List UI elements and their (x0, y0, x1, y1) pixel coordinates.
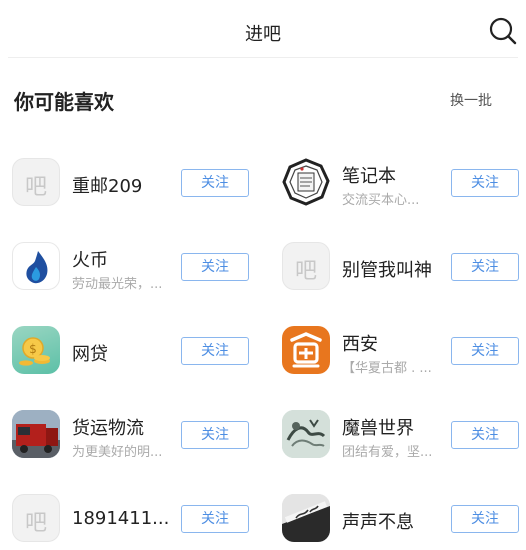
forum-card[interactable]: 吧 1891411... 关注 (0, 476, 263, 550)
forum-description: 【华夏古都 . ... (342, 361, 432, 376)
forum-avatar-placeholder: 吧 (12, 158, 60, 206)
svg-text:$: $ (29, 342, 37, 356)
forum-name: 网贷 (72, 344, 108, 365)
forum-name: 声声不息 (342, 512, 414, 533)
follow-button[interactable]: 关注 (451, 421, 519, 449)
forum-name: 别管我叫神 (342, 260, 432, 281)
recommend-row: 吧 重邮209 关注 笔记本 交流买本心... 关注 (0, 140, 526, 224)
follow-button[interactable]: 关注 (181, 505, 249, 533)
forum-name: 西安 (342, 334, 378, 355)
section-heading: 你可能喜欢 (14, 90, 114, 114)
forum-card[interactable]: $ 网贷 关注 (0, 308, 263, 392)
follow-button[interactable]: 关注 (451, 337, 519, 365)
top-bar: 进吧 (0, 0, 526, 58)
forum-avatar-placeholder: 吧 (12, 494, 60, 542)
forum-name: 货运物流 (72, 418, 144, 439)
forum-avatar-coin: $ (12, 326, 60, 374)
page-title: 进吧 (245, 24, 281, 45)
recommend-row: $ 网贷 关注 西安 【华夏古都 . ... 关注 (0, 308, 526, 392)
forum-card[interactable]: 笔记本 交流买本心... 关注 (270, 140, 526, 224)
forum-avatar-placeholder: 吧 (282, 242, 330, 290)
forum-avatar-huobi (12, 242, 60, 290)
forum-avatar-calligraphy (282, 494, 330, 542)
refresh-batch-button[interactable]: 换一批 (450, 90, 492, 110)
forum-card[interactable]: 吧 别管我叫神 关注 (270, 224, 526, 308)
forum-name: 笔记本 (342, 166, 396, 187)
forum-description: 交流买本心... (342, 193, 420, 208)
forum-card[interactable]: 西安 【华夏古都 . ... 关注 (270, 308, 526, 392)
follow-button[interactable]: 关注 (451, 505, 519, 533)
forum-avatar-xian (282, 326, 330, 374)
forum-card[interactable]: 魔兽世界 团结有爱，坚... 关注 (270, 392, 526, 476)
follow-button[interactable]: 关注 (451, 169, 519, 197)
forum-name: 火币 (72, 250, 108, 271)
follow-button[interactable]: 关注 (451, 253, 519, 281)
forum-name: 重邮209 (72, 176, 143, 197)
forum-avatar-truck (12, 410, 60, 458)
forum-card[interactable]: 声声不息 关注 (270, 476, 526, 550)
forum-name: 魔兽世界 (342, 418, 414, 439)
follow-button[interactable]: 关注 (181, 421, 249, 449)
recommend-row: 火币 劳动最光荣，... 关注 吧 别管我叫神 关注 (0, 224, 526, 308)
forum-avatar-wow (282, 410, 330, 458)
forum-description: 为更美好的明... (72, 445, 163, 460)
recommend-row: 货运物流 为更美好的明... 关注 魔兽世界 团结有爱，坚... 关注 (0, 392, 526, 476)
forum-description: 团结有爱，坚... (342, 445, 433, 460)
forum-avatar-notebook (282, 158, 330, 206)
follow-button[interactable]: 关注 (181, 169, 249, 197)
follow-button[interactable]: 关注 (181, 337, 249, 365)
section-header: 你可能喜欢 换一批 (0, 86, 526, 116)
recommend-row: 吧 1891411... 关注 声声不息 关注 (0, 476, 526, 550)
forum-card[interactable]: 货运物流 为更美好的明... 关注 (0, 392, 263, 476)
search-icon[interactable] (488, 16, 518, 46)
header-divider (8, 57, 518, 58)
forum-card[interactable]: 吧 重邮209 关注 (0, 140, 263, 224)
forum-card[interactable]: 火币 劳动最光荣，... 关注 (0, 224, 263, 308)
forum-name: 1891411... (72, 508, 170, 529)
follow-button[interactable]: 关注 (181, 253, 249, 281)
forum-description: 劳动最光荣，... (72, 277, 163, 292)
